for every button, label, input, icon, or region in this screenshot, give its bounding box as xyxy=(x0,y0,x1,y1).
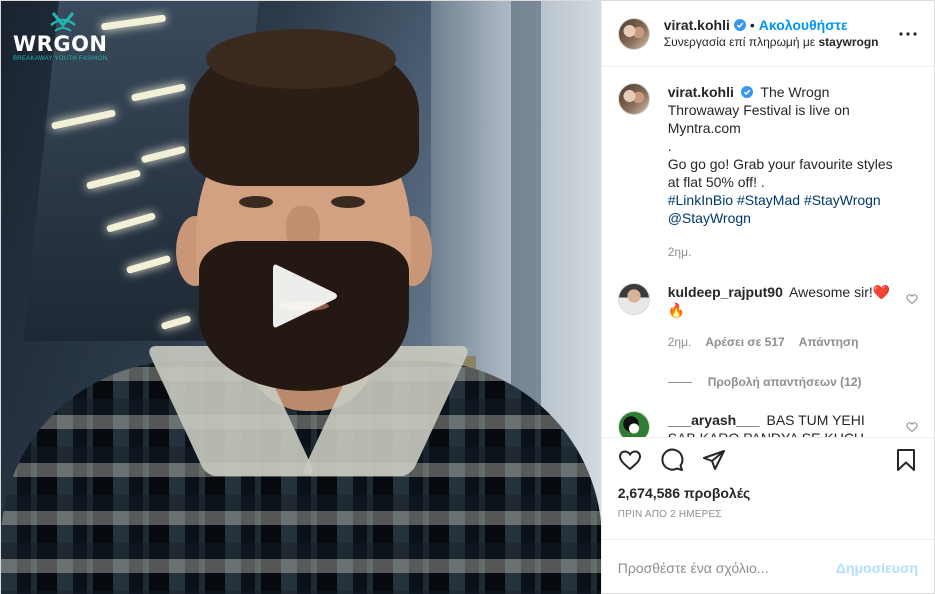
hashtag-link[interactable]: #LinkInBio xyxy=(668,192,733,208)
more-options-icon[interactable] xyxy=(896,22,920,46)
comment-time[interactable]: 2ημ. xyxy=(668,333,692,351)
caption-time[interactable]: 2ημ. xyxy=(668,243,692,261)
follow-button[interactable]: Ακολουθήστε xyxy=(759,17,848,34)
author-avatar[interactable] xyxy=(617,17,650,50)
play-icon[interactable] xyxy=(263,259,343,333)
eye-left xyxy=(239,196,273,208)
mention-link[interactable]: @StayWrogn xyxy=(668,210,751,226)
instagram-post: WRGON BREAKAWAY YOUTH FASHION virat.kohl… xyxy=(0,0,935,594)
post-timestamp[interactable]: ΠΡΙΝ ΑΠΟ 2 ΗΜΕΡΕΣ xyxy=(602,503,934,539)
share-icon[interactable] xyxy=(702,448,726,472)
paid-partnership-prefix: Συνεργασία επί πληρωμή με xyxy=(663,34,816,49)
caption-author-avatar[interactable] xyxy=(617,83,650,115)
caption-text-line2: . xyxy=(667,138,672,154)
paid-partnership-brand[interactable]: staywrogn xyxy=(818,35,878,49)
commenter-avatar[interactable] xyxy=(617,411,650,437)
separator-dot: • xyxy=(749,16,755,33)
wrogn-logo: WRGON BREAKAWAY YOUTH FASHION xyxy=(13,11,123,62)
post-header: virat.kohli • Ακολουθήστε Συνεργασία επί… xyxy=(601,1,934,67)
view-replies-button[interactable]: Προβολή απαντήσεων (12) xyxy=(667,375,918,389)
author-info: virat.kohli • Ακολουθήστε Συνεργασία επί… xyxy=(664,17,896,51)
comment-item: ___aryash___ BAS TUM YEHI SAB KARO PANDY… xyxy=(617,411,918,437)
comment-icon[interactable] xyxy=(660,448,684,472)
post-caption: virat.kohli The Wrogn Throwaway Festival… xyxy=(617,83,918,261)
comment-like-heart-icon[interactable] xyxy=(906,421,918,433)
caption-username[interactable]: virat.kohli xyxy=(668,84,734,100)
comment-username[interactable]: kuldeep_rajput90 xyxy=(668,284,783,300)
view-replies-label: Προβολή απαντήσεων (12) xyxy=(707,375,862,389)
verified-badge-icon xyxy=(733,19,746,31)
post-comment-button[interactable]: Δημοσίευση xyxy=(836,560,918,576)
commenter-avatar[interactable] xyxy=(617,283,650,315)
hashtag-link[interactable]: #StayWrogn xyxy=(804,192,881,208)
wrogn-logo-text: WRGON xyxy=(13,32,108,56)
view-count-number: 2,674,586 xyxy=(617,485,681,501)
author-username[interactable]: virat.kohli xyxy=(664,17,730,34)
comment-likes[interactable]: Αρέσει σε 517 xyxy=(705,333,784,351)
wrogn-logo-tagline: BREAKAWAY YOUTH FASHION xyxy=(13,56,108,62)
comment-item: kuldeep_rajput90 Awesome sir!❤️ 🔥 2ημ. Α… xyxy=(617,283,918,351)
view-count[interactable]: 2,674,586 προβολές xyxy=(602,481,934,503)
hashtag-link[interactable]: #StayMad xyxy=(737,192,800,208)
verified-badge-icon xyxy=(740,86,753,98)
wrogn-logo-icon xyxy=(50,12,76,32)
heart-icon[interactable] xyxy=(618,448,642,472)
view-count-label: προβολές xyxy=(683,485,751,501)
caption-text-line3: Go go go! Grab your favourite styles at … xyxy=(667,156,893,190)
post-side-panel: virat.kohli • Ακολουθήστε Συνεργασία επί… xyxy=(600,1,934,594)
comments-section[interactable]: virat.kohli The Wrogn Throwaway Festival… xyxy=(602,67,934,437)
add-comment-bar: Δημοσίευση xyxy=(601,539,934,594)
comment-username[interactable]: ___aryash___ xyxy=(668,412,760,428)
post-actions-bar xyxy=(601,437,934,481)
bookmark-icon[interactable] xyxy=(894,448,918,472)
paid-partnership-label: Συνεργασία επί πληρωμή με staywrogn xyxy=(664,34,896,51)
post-video[interactable]: WRGON BREAKAWAY YOUTH FASHION xyxy=(1,1,601,594)
comment-like-heart-icon[interactable] xyxy=(906,293,918,305)
reply-button[interactable]: Απάντηση xyxy=(799,333,859,351)
replies-line xyxy=(667,381,692,383)
eye-right xyxy=(331,196,365,208)
comment-input[interactable] xyxy=(617,559,828,576)
hair-top xyxy=(206,29,396,89)
